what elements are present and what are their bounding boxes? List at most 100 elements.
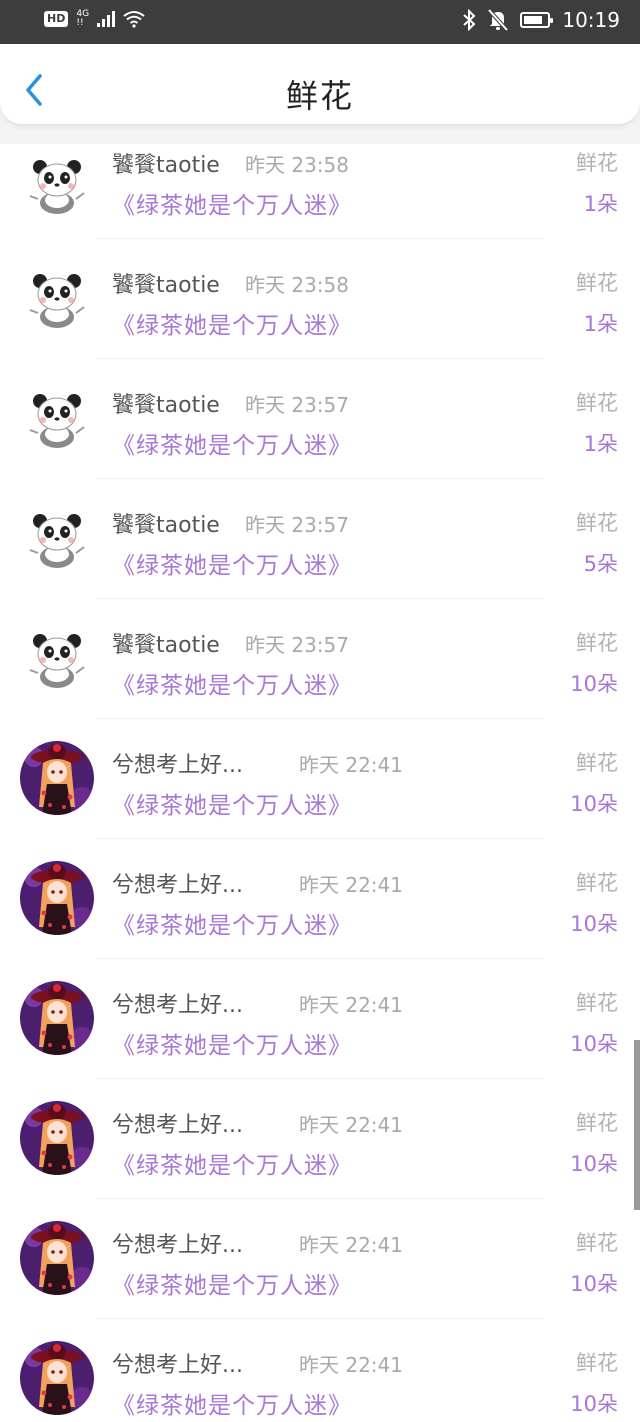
gift-count: 10朵 — [570, 1392, 618, 1416]
wifi-icon — [123, 11, 145, 28]
timestamp: 昨天 22:41 — [299, 753, 403, 777]
list-item[interactable]: 兮想考上好... 昨天 22:41 鲜花 《绿茶她是个万人迷》 10朵 — [0, 839, 640, 959]
avatar[interactable] — [20, 1341, 94, 1415]
book-title[interactable]: 《绿茶她是个万人迷》 — [112, 1026, 352, 1060]
username: 饕餮taotie — [112, 633, 220, 658]
book-title[interactable]: 《绿茶她是个万人迷》 — [112, 1146, 352, 1180]
gift-count: 1朵 — [583, 192, 618, 216]
list-item[interactable]: 饕餮taotie 昨天 23:58 鲜花 《绿茶她是个万人迷》 1朵 — [0, 144, 640, 239]
avatar[interactable] — [20, 861, 94, 935]
username: 兮想考上好... — [112, 1113, 243, 1138]
gift-type: 鲜花 — [576, 751, 618, 775]
username: 饕餮taotie — [112, 153, 220, 178]
gift-type: 鲜花 — [576, 1351, 618, 1375]
username: 兮想考上好... — [112, 873, 243, 898]
status-right: 10:19 — [462, 8, 620, 32]
anime-girl-avatar — [20, 1101, 94, 1175]
book-title[interactable]: 《绿茶她是个万人迷》 — [112, 906, 352, 940]
book-title[interactable]: 《绿茶她是个万人迷》 — [112, 1386, 352, 1420]
timestamp: 昨天 23:57 — [245, 393, 349, 417]
username: 兮想考上好... — [112, 1353, 243, 1378]
gift-type: 鲜花 — [576, 151, 618, 175]
book-title[interactable]: 《绿茶她是个万人迷》 — [112, 1266, 352, 1300]
network-sub: !! — [76, 18, 84, 28]
mute-bell-icon — [488, 9, 509, 31]
timestamp: 昨天 22:41 — [299, 1113, 403, 1137]
battery-icon — [520, 12, 554, 28]
anime-girl-avatar — [20, 1221, 94, 1295]
book-title[interactable]: 《绿茶她是个万人迷》 — [112, 426, 352, 460]
list-item[interactable]: 兮想考上好... 昨天 22:41 鲜花 《绿茶她是个万人迷》 10朵 — [0, 1199, 640, 1319]
clock: 10:19 — [562, 8, 620, 32]
list-item[interactable]: 兮想考上好... 昨天 22:41 鲜花 《绿茶她是个万人迷》 10朵 — [0, 719, 640, 839]
panda-avatar — [29, 160, 85, 214]
list-item[interactable]: 兮想考上好... 昨天 22:41 鲜花 《绿茶她是个万人迷》 10朵 — [0, 1079, 640, 1199]
timestamp: 昨天 22:41 — [299, 1353, 403, 1377]
list-item[interactable]: 兮想考上好... 昨天 22:41 鲜花 《绿茶她是个万人迷》 10朵 — [0, 959, 640, 1079]
gift-count: 10朵 — [570, 1272, 618, 1296]
book-title[interactable]: 《绿茶她是个万人迷》 — [112, 786, 352, 820]
book-title[interactable]: 《绿茶她是个万人迷》 — [112, 306, 352, 340]
timestamp: 昨天 23:57 — [245, 513, 349, 537]
list-item[interactable]: 饕餮taotie 昨天 23:57 鲜花 《绿茶她是个万人迷》 5朵 — [0, 479, 640, 599]
username: 饕餮taotie — [112, 513, 220, 538]
anime-girl-avatar — [20, 981, 94, 1055]
username: 饕餮taotie — [112, 273, 220, 298]
book-title[interactable]: 《绿茶她是个万人迷》 — [112, 186, 352, 220]
timestamp: 昨天 22:41 — [299, 873, 403, 897]
avatar[interactable] — [20, 381, 94, 455]
list-item[interactable]: 兮想考上好... 昨天 22:41 鲜花 《绿茶她是个万人迷》 10朵 — [0, 1319, 640, 1422]
avatar[interactable] — [20, 741, 94, 815]
scrollbar[interactable] — [634, 1040, 640, 1210]
header-area: 鲜花 — [0, 44, 640, 144]
hd-badge: HD — [44, 11, 69, 27]
avatar[interactable] — [20, 1221, 94, 1295]
timestamp: 昨天 23:58 — [245, 273, 349, 297]
gift-type: 鲜花 — [576, 991, 618, 1015]
anime-girl-avatar — [20, 861, 94, 935]
list-item[interactable]: 饕餮taotie 昨天 23:57 鲜花 《绿茶她是个万人迷》 1朵 — [0, 359, 640, 479]
gift-count: 10朵 — [570, 912, 618, 936]
book-title[interactable]: 《绿茶她是个万人迷》 — [112, 666, 352, 700]
panda-avatar — [29, 634, 85, 688]
username: 兮想考上好... — [112, 753, 243, 778]
avatar[interactable] — [20, 1101, 94, 1175]
gift-type: 鲜花 — [576, 511, 618, 535]
timestamp: 昨天 23:57 — [245, 633, 349, 657]
gift-type: 鲜花 — [576, 871, 618, 895]
panda-avatar — [29, 274, 85, 328]
gift-count: 1朵 — [583, 312, 618, 336]
gift-type: 鲜花 — [576, 1231, 618, 1255]
bluetooth-icon — [463, 9, 476, 31]
status-left: HD 4G !! — [44, 10, 145, 28]
gift-count: 10朵 — [570, 792, 618, 816]
signal-icon — [97, 11, 116, 27]
anime-girl-avatar — [20, 1341, 94, 1415]
username: 兮想考上好... — [112, 993, 243, 1018]
gift-count: 5朵 — [583, 552, 618, 576]
gift-count: 10朵 — [570, 1152, 618, 1176]
page-title: 鲜花 — [285, 77, 354, 115]
gift-type: 鲜花 — [576, 1111, 618, 1135]
gift-type: 鲜花 — [576, 631, 618, 655]
gift-count: 10朵 — [570, 1032, 618, 1056]
gift-list: 饕餮taotie 昨天 23:58 鲜花 《绿茶她是个万人迷》 1朵 饕餮tao… — [0, 144, 640, 1422]
header-bar: 鲜花 — [0, 44, 640, 124]
avatar[interactable] — [20, 981, 94, 1055]
gift-count: 1朵 — [583, 432, 618, 456]
anime-girl-avatar — [20, 741, 94, 815]
gift-count: 10朵 — [570, 672, 618, 696]
avatar[interactable] — [20, 147, 94, 221]
panda-avatar — [29, 514, 85, 568]
list-item[interactable]: 饕餮taotie 昨天 23:57 鲜花 《绿茶她是个万人迷》 10朵 — [0, 599, 640, 719]
list-item[interactable]: 饕餮taotie 昨天 23:58 鲜花 《绿茶她是个万人迷》 1朵 — [0, 239, 640, 359]
username: 兮想考上好... — [112, 1233, 243, 1258]
gift-type: 鲜花 — [576, 391, 618, 415]
network-indicator: 4G !! — [76, 10, 89, 28]
avatar[interactable] — [20, 501, 94, 575]
avatar[interactable] — [20, 621, 94, 695]
status-bar: HD 4G !! 10:19 — [0, 0, 640, 44]
avatar[interactable] — [20, 261, 94, 335]
timestamp: 昨天 22:41 — [299, 993, 403, 1017]
book-title[interactable]: 《绿茶她是个万人迷》 — [112, 546, 352, 580]
